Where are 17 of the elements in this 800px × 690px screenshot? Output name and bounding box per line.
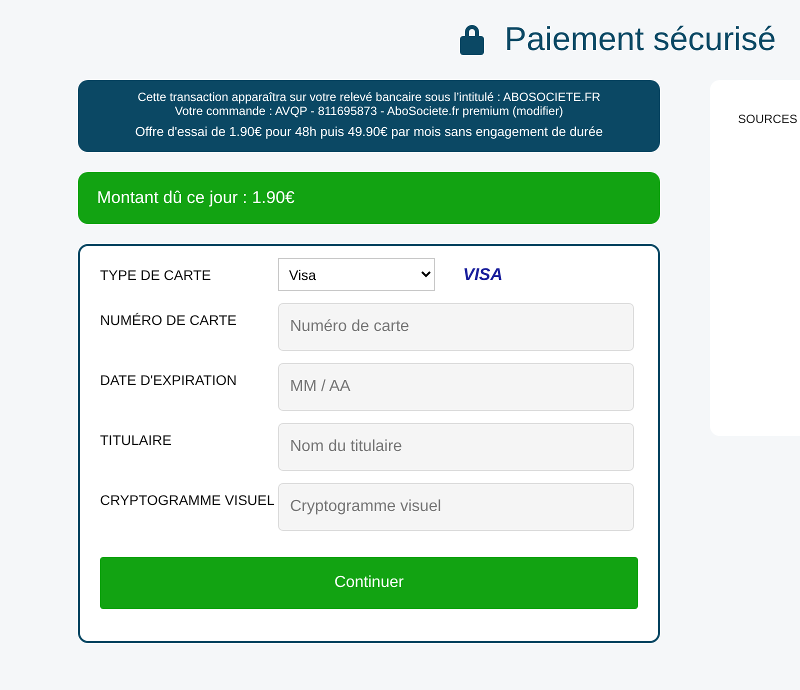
card-brand-logo: VISA <box>463 264 503 284</box>
offer-text: Offre d'essai de 1.90€ pour 48h puis 49.90€ par mois sans engagement de durée <box>134 124 604 139</box>
field-label: CRYPTOGRAMME VISUEL <box>100 491 276 509</box>
notice-text: Cette transaction apparaîtra sur votre relevé bancaire sous l’intitulé : ABOSOCIETE.FR <box>136 90 602 104</box>
card-type-select[interactable]: Visa <box>278 258 435 291</box>
input-field[interactable]: Numéro de carte <box>278 303 634 351</box>
input-field[interactable]: MM / AA <box>278 363 634 411</box>
amount-banner: Montant dû ce jour : 1.90€ <box>78 172 660 224</box>
field-label: NUMÉRO DE CARTE <box>100 311 238 329</box>
input-field[interactable]: Cryptogramme visuel <box>278 483 634 531</box>
field-label: TITULAIRE <box>100 431 173 449</box>
field-label: DATE D'EXPIRATION <box>100 371 238 389</box>
input-field[interactable]: Nom du titulaire <box>278 423 634 471</box>
notice-text: Votre commande : AVQP - 811695873 - AboSociete.fr premium (modifier) <box>174 104 564 118</box>
page-title: Paiement sécurisé <box>504 20 776 58</box>
field-label: TYPE DE CARTE <box>100 266 212 284</box>
sources-label: SOURCES <box>738 112 798 126</box>
